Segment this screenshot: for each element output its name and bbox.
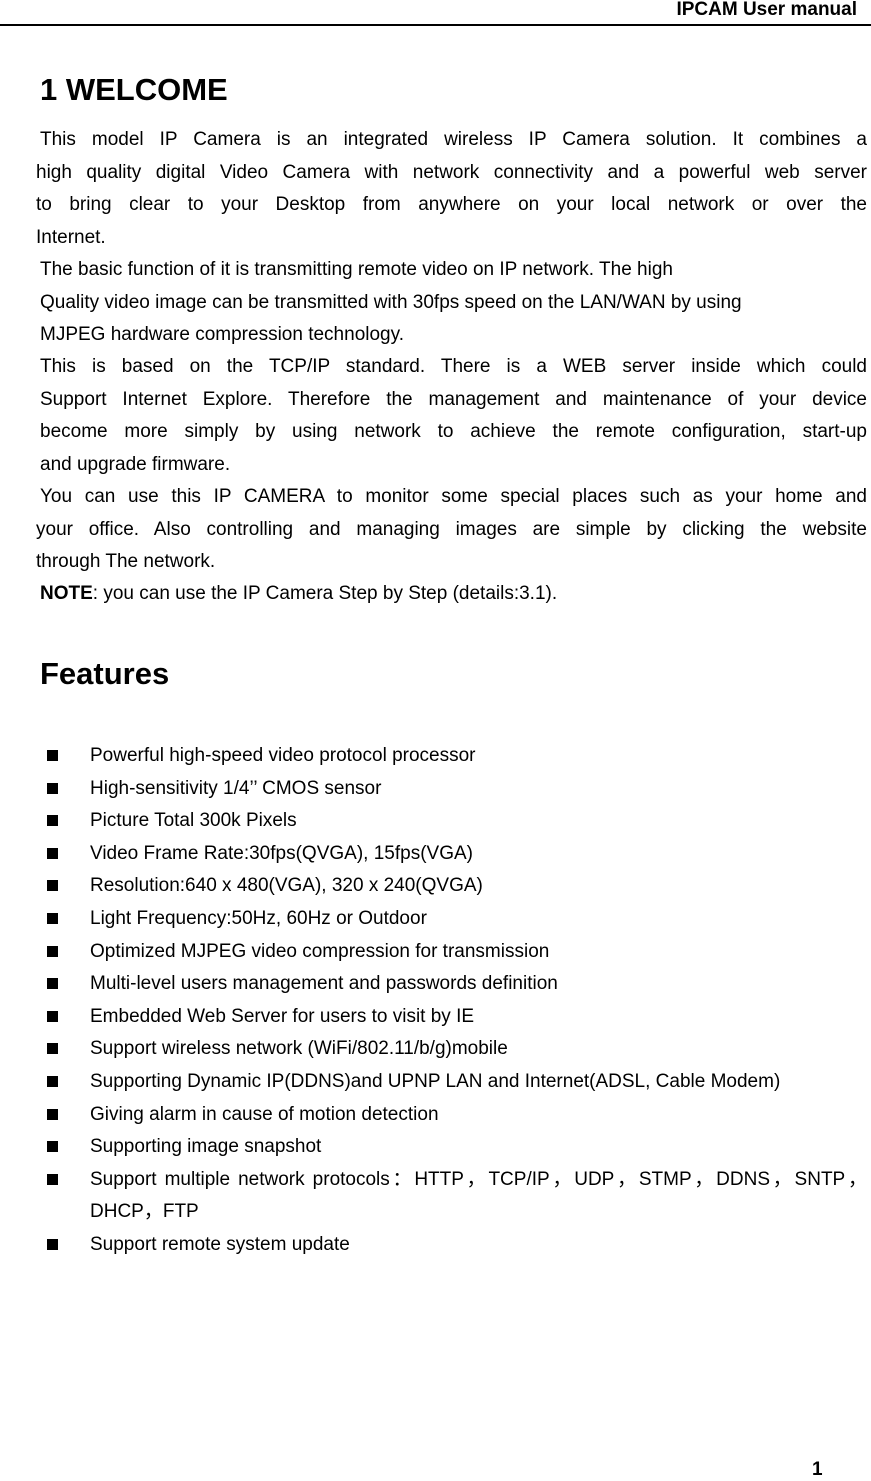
usage-paragraph: You can use this IP CAMERA to monitor so…	[36, 481, 867, 579]
feature-item: Support multiple network protocols：HTTP，…	[0, 1164, 871, 1229]
square-bullet-icon	[47, 1075, 58, 1087]
square-bullet-icon	[47, 750, 58, 761]
feature-item: Picture Total 300k Pixels	[0, 805, 871, 838]
square-bullet-icon	[47, 815, 58, 827]
tcpip-line: become more simply by using network to a…	[40, 421, 867, 442]
intro-line: This model IP Camera is an integrated wi…	[40, 129, 867, 150]
feature-item: Resolution:640 x 480(VGA), 320 x 240(QVG…	[0, 870, 871, 903]
features-list: Powerful high-speed video protocol proce…	[0, 740, 871, 1262]
basic-line: MJPEG hardware compression technology.	[40, 324, 404, 345]
feature-item: Supporting Dynamic IP(DDNS)and UPNP LAN …	[0, 1066, 871, 1099]
square-bullet-icon	[47, 847, 58, 859]
feature-item: Video Frame Rate:30fps(QVGA), 15fps(VGA)	[0, 838, 871, 871]
feature-item: Support wireless network (WiFi/802.11/b/…	[0, 1033, 871, 1066]
square-bullet-icon	[47, 1010, 58, 1022]
intro-paragraph: This model IP Camera is an integrated wi…	[36, 124, 867, 254]
basic-function-paragraph: The basic function of it is transmitting…	[40, 254, 867, 352]
tcpip-line: Support Internet Explore. Therefore the …	[40, 388, 867, 410]
feature-item: Support remote system update	[0, 1229, 871, 1262]
square-bullet-icon	[47, 782, 58, 794]
feature-item: Optimized MJPEG video compression for tr…	[0, 936, 871, 969]
feature-item: Powerful high-speed video protocol proce…	[0, 740, 871, 773]
tcpip-paragraph: This is based on the TCP/IP standard. Th…	[40, 351, 867, 481]
section-heading: 1 WELCOME	[40, 72, 228, 107]
page-header: IPCAM User manual	[0, 0, 871, 26]
feature-item: Multi-level users management and passwor…	[0, 968, 871, 1001]
intro-line: high quality digital Video Camera with n…	[36, 161, 867, 183]
usage-line: through The network.	[36, 551, 216, 572]
basic-line: The basic function of it is transmitting…	[40, 259, 673, 280]
square-bullet-icon	[47, 880, 58, 892]
intro-line: Internet.	[36, 226, 106, 248]
square-bullet-icon	[47, 1043, 58, 1055]
feature-item: Supporting image snapshot	[0, 1131, 871, 1164]
note-label: NOTE	[40, 583, 93, 604]
square-bullet-icon	[47, 1108, 58, 1120]
intro-line: to bring clear to your Desktop from anyw…	[36, 194, 867, 215]
usage-line: You can use this IP CAMERA to monitor so…	[40, 486, 867, 507]
square-bullet-icon	[47, 912, 58, 924]
feature-item: Light Frequency:50Hz, 60Hz or Outdoor	[0, 903, 871, 936]
basic-line: Quality video image can be transmitted w…	[40, 291, 742, 313]
document-title: IPCAM User manual	[676, 0, 857, 20]
note-text: : you can use the IP Camera Step by Step…	[92, 583, 558, 604]
usage-line: your office. Also controlling and managi…	[36, 518, 867, 540]
square-bullet-icon	[47, 1141, 58, 1153]
feature-item: High-sensitivity 1/4’’ CMOS sensor	[0, 773, 871, 806]
features-heading: Features	[40, 656, 170, 691]
feature-item: Giving alarm in cause of motion detectio…	[0, 1099, 871, 1132]
tcpip-line: This is based on the TCP/IP standard. Th…	[40, 356, 867, 377]
tcpip-line: and upgrade firmware.	[40, 453, 231, 475]
feature-item: Embedded Web Server for users to visit b…	[0, 1001, 871, 1034]
square-bullet-icon	[47, 978, 58, 990]
square-bullet-icon	[47, 945, 58, 957]
page-number: 1	[812, 1459, 823, 1480]
square-bullet-icon	[47, 1173, 58, 1185]
square-bullet-icon	[47, 1238, 58, 1250]
note-paragraph: NOTE: you can use the IP Camera Step by …	[40, 578, 867, 611]
